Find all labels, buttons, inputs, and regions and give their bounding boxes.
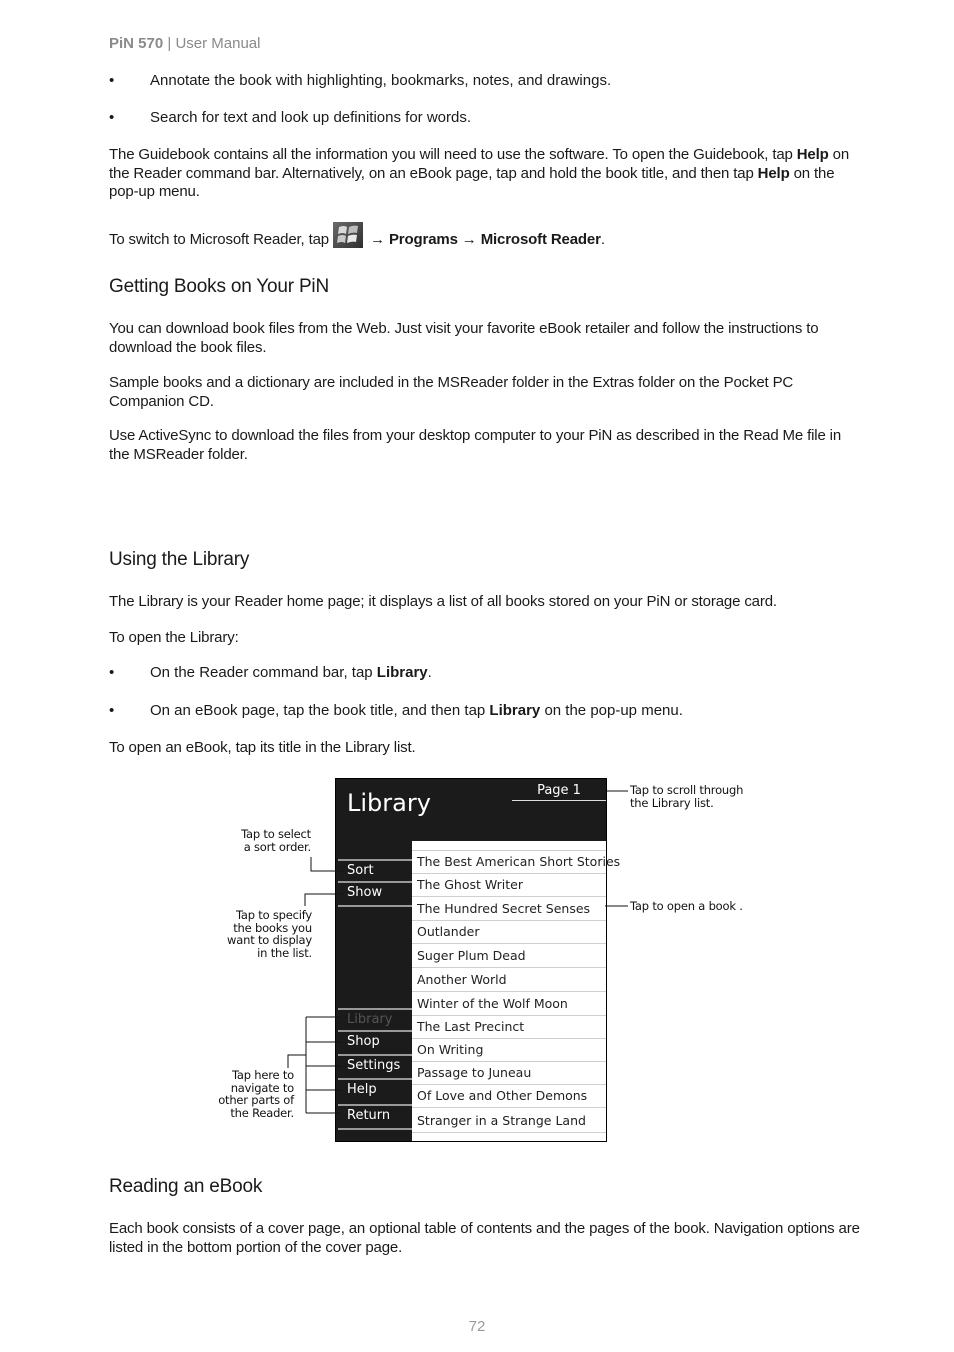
callout-show: Tap to specify the books you want to displ… (227, 908, 312, 960)
paragraph: Each book consists of a cover page, an o… (109, 1220, 860, 1256)
connector-show (304, 893, 343, 906)
callout-navigate: Tap here to navigate to other parts of the … (218, 1068, 294, 1120)
callout-scroll: Tap to scroll through the Library list. (630, 783, 744, 810)
connector-navigate (306, 1016, 341, 1114)
callout-connectors (287, 790, 628, 1114)
callout-open: Tap to open a book . (630, 899, 743, 913)
callout-sort: Tap to select a sort order. (241, 827, 311, 854)
section-heading-reading: Reading an eBook (109, 1176, 263, 1197)
connector-sort (310, 857, 343, 872)
page-number: 72 (468, 1318, 486, 1335)
